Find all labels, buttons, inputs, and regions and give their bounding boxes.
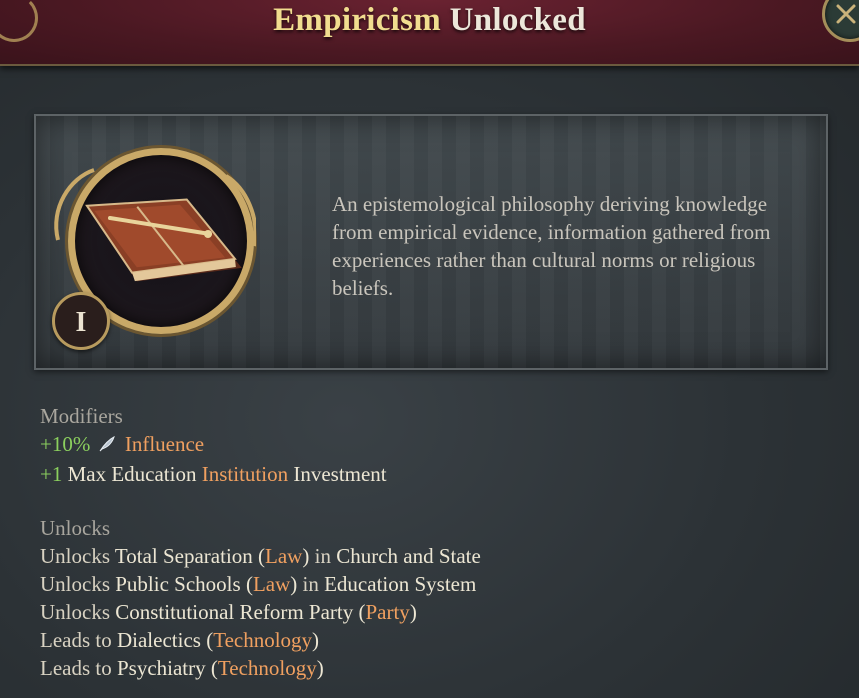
modifier-row: +10% Influence xyxy=(40,430,387,460)
unlock-verb: Unlocks xyxy=(40,600,110,624)
unlock-verb: Unlocks xyxy=(40,572,110,596)
unlock-row: Unlocks Public Schools (Law) in Educatio… xyxy=(40,572,477,596)
tier-badge: I xyxy=(52,292,110,350)
modifier-text: Investment xyxy=(293,462,387,486)
unlocks-section: Unlocks Unlocks Total Separation (Law) i… xyxy=(40,514,481,682)
unlock-target[interactable]: Dialectics xyxy=(117,628,201,652)
window-header: Empiricism Unlocked xyxy=(0,0,859,66)
page-title: Empiricism Unlocked xyxy=(0,2,859,39)
unlock-verb: Unlocks xyxy=(40,544,110,568)
unlock-type[interactable]: Law xyxy=(253,572,290,596)
unlock-target[interactable]: Psychiatry xyxy=(117,656,206,680)
title-technology-name: Empiricism xyxy=(273,2,442,38)
unlock-type[interactable]: Law xyxy=(265,544,302,568)
unlock-target[interactable]: Constitutional Reform Party xyxy=(115,600,353,624)
technology-description: An epistemological philosophy deriving k… xyxy=(332,192,771,300)
modifiers-section: Modifiers +10% Influence +1 Max Educatio… xyxy=(40,402,387,488)
modifier-text: Max Education xyxy=(67,462,197,486)
unlocks-heading: Unlocks xyxy=(40,516,110,540)
unlock-connector: in xyxy=(314,544,331,568)
modifier-link-institution[interactable]: Institution xyxy=(202,462,288,486)
unlock-connector: in xyxy=(302,572,319,596)
unlock-row: Leads to Dialectics (Technology) xyxy=(40,628,320,652)
modifiers-heading: Modifiers xyxy=(40,404,123,428)
unlock-row: Unlocks Constitutional Reform Party (Par… xyxy=(40,600,417,624)
title-status: Unlocked xyxy=(449,2,586,38)
unlock-context[interactable]: Church and State xyxy=(336,544,481,568)
influence-feather-icon xyxy=(98,432,116,460)
unlock-type[interactable]: Party xyxy=(365,600,409,624)
unlock-verb: Leads to xyxy=(40,656,112,680)
unlock-verb: Leads to xyxy=(40,628,112,652)
modifier-value: +1 xyxy=(40,462,63,486)
close-icon xyxy=(836,4,856,24)
unlock-target[interactable]: Total Separation xyxy=(115,544,253,568)
modifier-link-influence[interactable]: Influence xyxy=(125,432,204,456)
unlock-row: Unlocks Total Separation (Law) in Church… xyxy=(40,544,481,568)
unlock-row: Leads to Psychiatry (Technology) xyxy=(40,656,324,680)
modifier-value: +10% xyxy=(40,432,91,456)
unlock-context[interactable]: Education System xyxy=(324,572,476,596)
unlock-type[interactable]: Technology xyxy=(218,656,317,680)
unlock-target[interactable]: Public Schools xyxy=(115,572,240,596)
modifier-row: +1 Max Education Institution Investment xyxy=(40,460,387,488)
unlock-type[interactable]: Technology xyxy=(213,628,312,652)
